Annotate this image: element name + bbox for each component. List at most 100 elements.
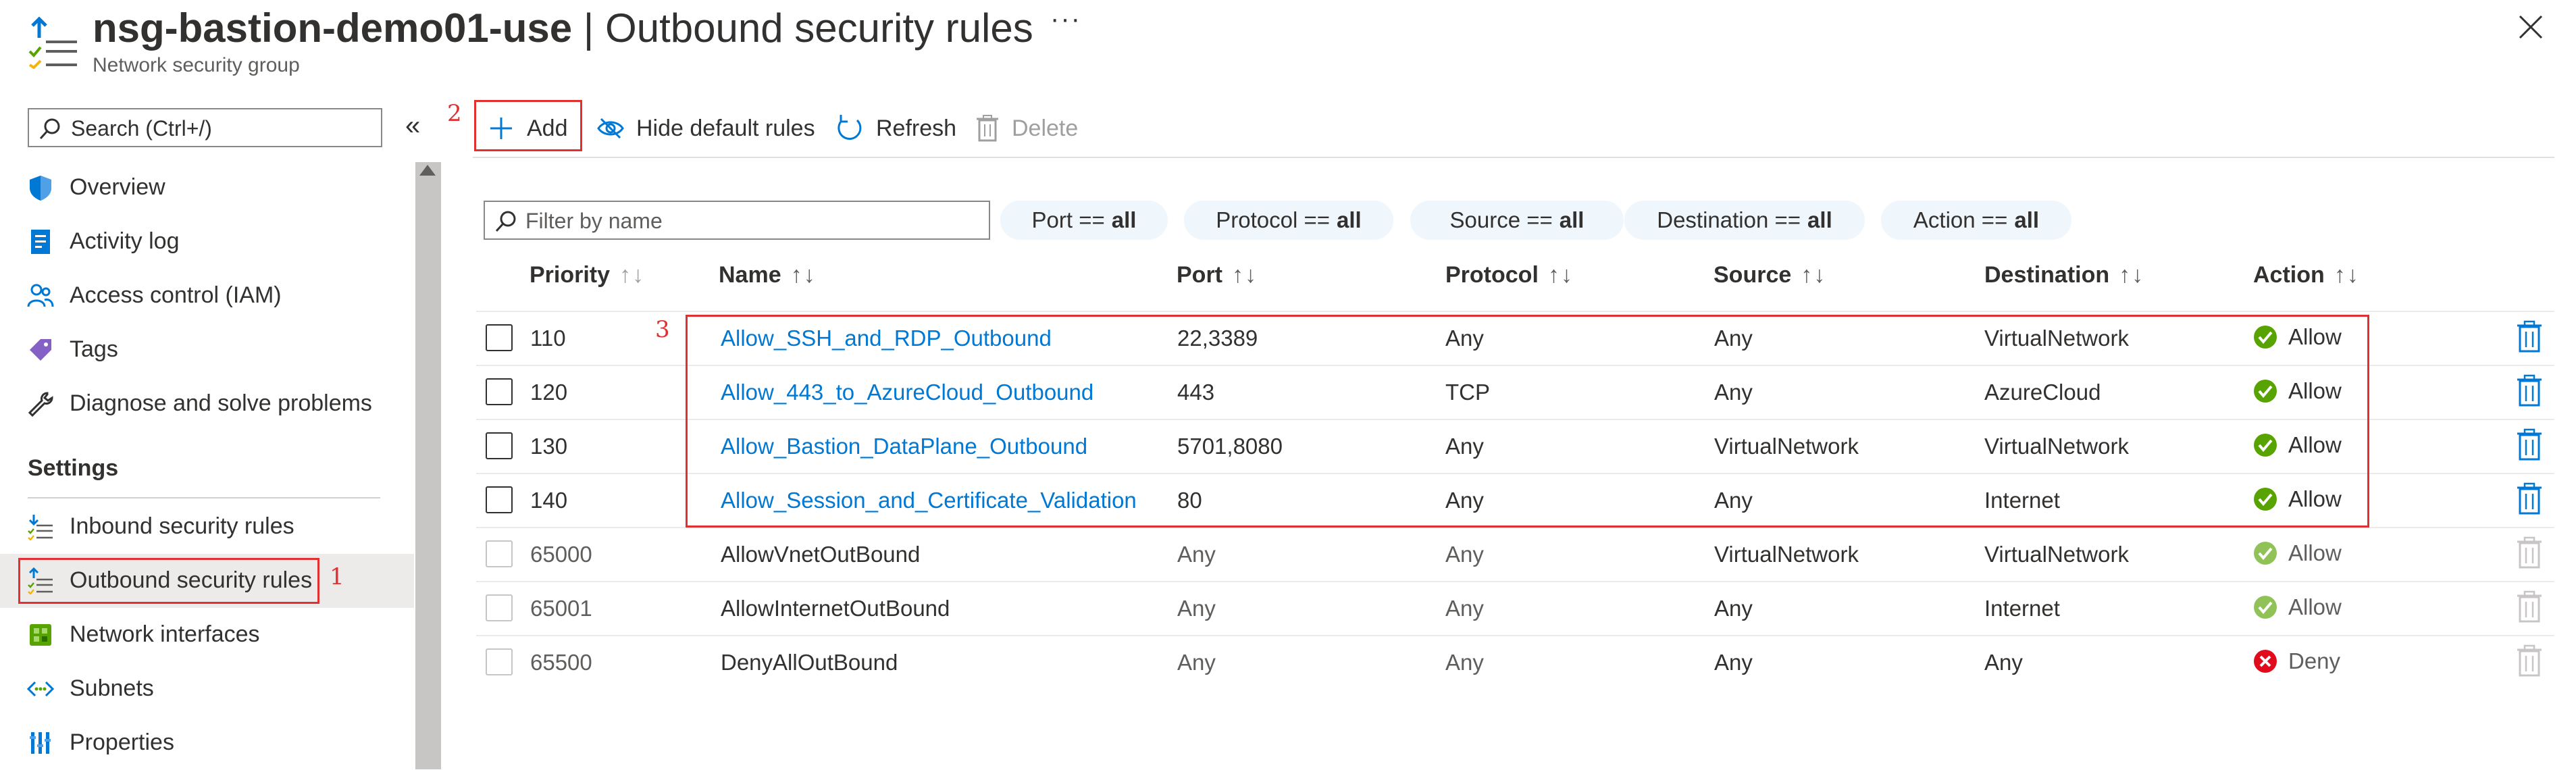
sidebar-item-activity-log[interactable]: Activity log: [0, 215, 414, 269]
row-checkbox[interactable]: [486, 432, 513, 459]
allow-check-icon: [2253, 541, 2277, 565]
close-icon[interactable]: [2516, 12, 2546, 42]
delete-label: Delete: [1012, 115, 1079, 141]
sidebar-item-label: Diagnose and solve problems: [70, 390, 372, 416]
deny-x-icon: [2253, 649, 2277, 673]
network-interface-icon: [30, 624, 51, 646]
filter-pill-port[interactable]: Port == all: [1000, 201, 1168, 240]
delete-button[interactable]: Delete: [975, 108, 1078, 149]
refresh-button[interactable]: Refresh: [834, 108, 956, 149]
filter-pill-source[interactable]: Source == all: [1410, 201, 1624, 240]
table-row[interactable]: 65001 AllowInternetOutBound Any Any Any Inter…: [476, 581, 2554, 636]
sidebar-item-label: Inbound security rules: [70, 513, 294, 539]
annotation-box-custom-rules: [686, 315, 2369, 528]
trash-icon: [975, 115, 1000, 142]
column-header-action[interactable]: Action ↑↓: [2253, 262, 2360, 288]
scroll-up-arrow[interactable]: [419, 165, 436, 176]
cell-priority: 110: [530, 326, 566, 351]
sidebar-item-label: Tags: [70, 336, 118, 362]
rule-name-text: DenyAllOutBound: [721, 650, 898, 675]
delete-rule-icon[interactable]: [2515, 374, 2544, 408]
wrench-icon: [28, 392, 53, 417]
filter-pill-protocol[interactable]: Protocol == all: [1184, 201, 1393, 240]
cell-source: Any: [1714, 596, 1753, 621]
delete-rule-icon: [2515, 536, 2544, 570]
people-icon: [27, 284, 54, 307]
sidebar-search-input[interactable]: Search (Ctrl+/): [28, 108, 382, 147]
sidebar-item-label: Properties: [70, 729, 174, 755]
page-subtitle: Network security group: [93, 54, 300, 76]
column-header-port[interactable]: Port ↑↓: [1177, 262, 1258, 288]
cell-action: Deny: [2253, 648, 2340, 674]
refresh-icon: [834, 113, 864, 143]
table-row[interactable]: 65500 DenyAllOutBound Any Any Any Any Deny: [476, 635, 2554, 690]
row-checkbox[interactable]: [486, 486, 513, 513]
search-icon: [495, 211, 516, 232]
more-options-button[interactable]: ···: [1050, 4, 1081, 34]
page-title: nsg-bastion-demo01-use | Outbound securi…: [93, 5, 1033, 51]
filter-pill-destination[interactable]: Destination == all: [1624, 201, 1865, 240]
sidebar-item-overview[interactable]: Overview: [0, 161, 414, 215]
sidebar-divider: [28, 497, 380, 498]
inbound-rules-icon: [28, 515, 53, 540]
cell-protocol: Any: [1445, 542, 1484, 567]
row-checkbox[interactable]: [486, 648, 513, 675]
toolbar-divider: [473, 157, 2554, 158]
action-label: Allow: [2288, 594, 2342, 619]
row-checkbox[interactable]: [486, 540, 513, 567]
table-row[interactable]: 65000 AllowVnetOutBound Any Any VirtualNetwo…: [476, 527, 2554, 582]
sidebar-item-properties[interactable]: Properties: [0, 716, 414, 770]
delete-rule-icon[interactable]: [2515, 320, 2544, 354]
sidebar-item-label: Access control (IAM): [70, 282, 282, 308]
cell-destination: VirtualNetwork: [1984, 542, 2129, 567]
tag-icon: [30, 339, 51, 361]
action-label: Allow: [2288, 540, 2342, 565]
sidebar-item-access-control[interactable]: Access control (IAM): [0, 269, 414, 323]
filter-placeholder: Filter by name: [525, 209, 663, 233]
cell-port: Any: [1177, 596, 1216, 621]
settings-section-header: Settings: [28, 455, 119, 481]
delete-rule-icon[interactable]: [2515, 428, 2544, 462]
outbound-rules-icon: [28, 16, 77, 69]
activity-log-icon: [31, 230, 50, 254]
sidebar-item-network-interfaces[interactable]: Network interfaces: [0, 608, 414, 662]
sidebar-scrollbar[interactable]: [415, 162, 441, 769]
column-header-name[interactable]: Name ↑↓: [719, 262, 817, 288]
annotation-number-1: 1: [330, 563, 344, 590]
row-checkbox[interactable]: [486, 324, 513, 351]
cell-port: Any: [1177, 542, 1216, 567]
sidebar-item-label: Subnets: [70, 675, 154, 701]
column-header-priority[interactable]: Priority ↑↓: [530, 262, 645, 288]
annotation-number-3: 3: [655, 316, 670, 343]
filter-by-name-input[interactable]: Filter by name: [484, 201, 990, 240]
column-header-source[interactable]: Source ↑↓: [1714, 262, 1826, 288]
shield-icon: [30, 176, 51, 201]
row-checkbox[interactable]: [486, 594, 513, 621]
hide-eye-icon: [597, 115, 624, 142]
delete-rule-icon[interactable]: [2515, 482, 2544, 516]
cell-source: Any: [1714, 650, 1753, 675]
cell-port: Any: [1177, 650, 1216, 675]
delete-rule-icon: [2515, 644, 2544, 678]
collapse-sidebar-button[interactable]: «: [405, 111, 420, 141]
hide-default-rules-label: Hide default rules: [636, 115, 815, 141]
search-icon: [39, 118, 60, 140]
column-header-destination[interactable]: Destination ↑↓: [1984, 262, 2144, 288]
cell-priority: 65500: [530, 650, 592, 675]
cell-priority: 120: [530, 380, 568, 405]
sidebar-item-label: Overview: [70, 174, 165, 200]
sidebar-item-tags[interactable]: Tags: [0, 323, 414, 377]
cell-priority: 130: [530, 434, 568, 459]
cell-priority: 65001: [530, 596, 592, 621]
sidebar-item-inbound-rules[interactable]: Inbound security rules: [0, 500, 414, 554]
filter-pill-action[interactable]: Action == all: [1881, 201, 2071, 240]
action-label: Deny: [2288, 648, 2341, 673]
sidebar-item-subnets[interactable]: Subnets: [0, 662, 414, 716]
row-checkbox[interactable]: [486, 378, 513, 405]
allow-check-icon: [2253, 595, 2277, 619]
hide-default-rules-button[interactable]: Hide default rules: [597, 108, 815, 149]
cell-destination: Any: [1984, 650, 2023, 675]
cell-protocol: Any: [1445, 596, 1484, 621]
sidebar-item-diagnose[interactable]: Diagnose and solve problems: [0, 377, 414, 431]
column-header-protocol[interactable]: Protocol ↑↓: [1445, 262, 1574, 288]
